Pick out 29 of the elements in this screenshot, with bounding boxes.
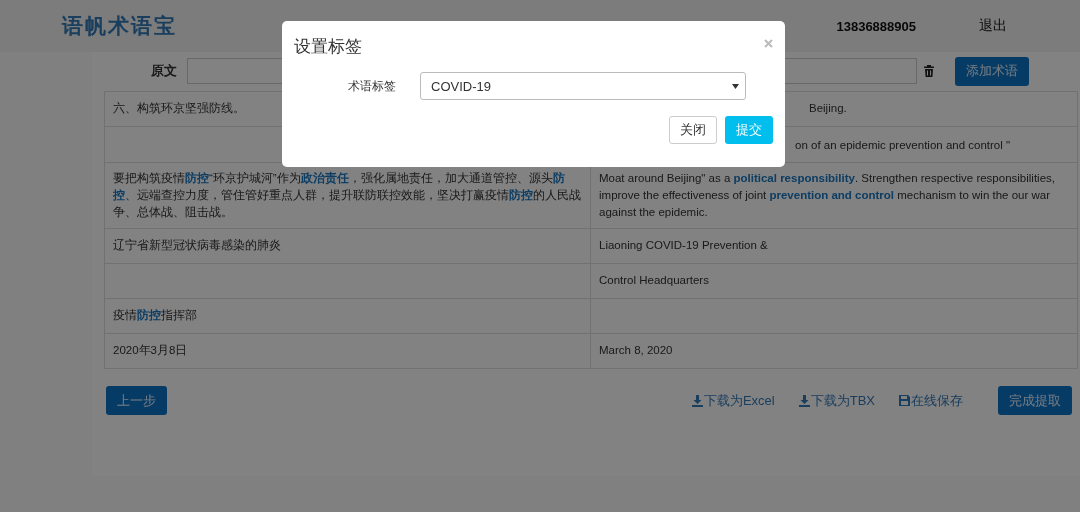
app-logo: 语帆术语宝 bbox=[62, 13, 177, 39]
target-text: Beijing. bbox=[809, 102, 847, 114]
download-icon bbox=[798, 394, 810, 407]
finish-button[interactable]: 完成提取 bbox=[998, 386, 1072, 415]
footer-link[interactable]: 在线保存 bbox=[899, 391, 963, 410]
target-text: March 8, 2020 bbox=[599, 344, 673, 356]
user-phone: 13836888905 bbox=[836, 18, 916, 34]
dialog-button[interactable]: 关闭 bbox=[669, 116, 717, 144]
tag-select[interactable]: COVID-19 bbox=[420, 72, 746, 100]
target-text: Moat around Beijing" as a political responsibility. Strengthen respective responsibilities, improve the effectiveness of joint prevention and control mechanism to win the our war against the epidemic. bbox=[599, 172, 1055, 218]
save-icon bbox=[899, 395, 910, 406]
source-text: 辽宁省新型冠状病毒感染的肺炎 bbox=[113, 239, 281, 251]
source-text: 六、构筑环京坚强防线。 bbox=[113, 102, 245, 114]
source-label: 原文 bbox=[151, 62, 178, 80]
download-icon bbox=[691, 394, 703, 407]
target-text: on of an epidemic prevention and control " bbox=[795, 139, 1011, 151]
logout-link[interactable]: 退出 bbox=[979, 17, 1007, 35]
source-text: 疫情防控指挥部 bbox=[113, 309, 197, 321]
footer-link[interactable]: 下载为Excel bbox=[691, 391, 775, 410]
add-term-button[interactable]: 添加术语 bbox=[955, 56, 1029, 86]
dialog-button[interactable]: 提交 bbox=[725, 116, 773, 144]
target-text: Liaoning COVID-19 Prevention & bbox=[599, 239, 768, 251]
source-text: 要把构筑疫情防控“环京护城河”作为政治责任，强化属地责任，加大通道管控、源头防控、远端查控力度，管住管好重点人群，提升联防联控效能，坚决打赢疫情防控的人民战争、总体战、阻击战。 bbox=[113, 172, 581, 218]
dialog-title: 设置标签 bbox=[294, 36, 362, 58]
footer-link[interactable]: 下载为TBX bbox=[798, 391, 875, 410]
trash-icon[interactable] bbox=[924, 65, 934, 77]
target-text: Control Headquarters bbox=[599, 274, 709, 286]
source-text: 2020年3月8日 bbox=[113, 344, 188, 356]
field-label: 术语标签 bbox=[348, 77, 397, 95]
